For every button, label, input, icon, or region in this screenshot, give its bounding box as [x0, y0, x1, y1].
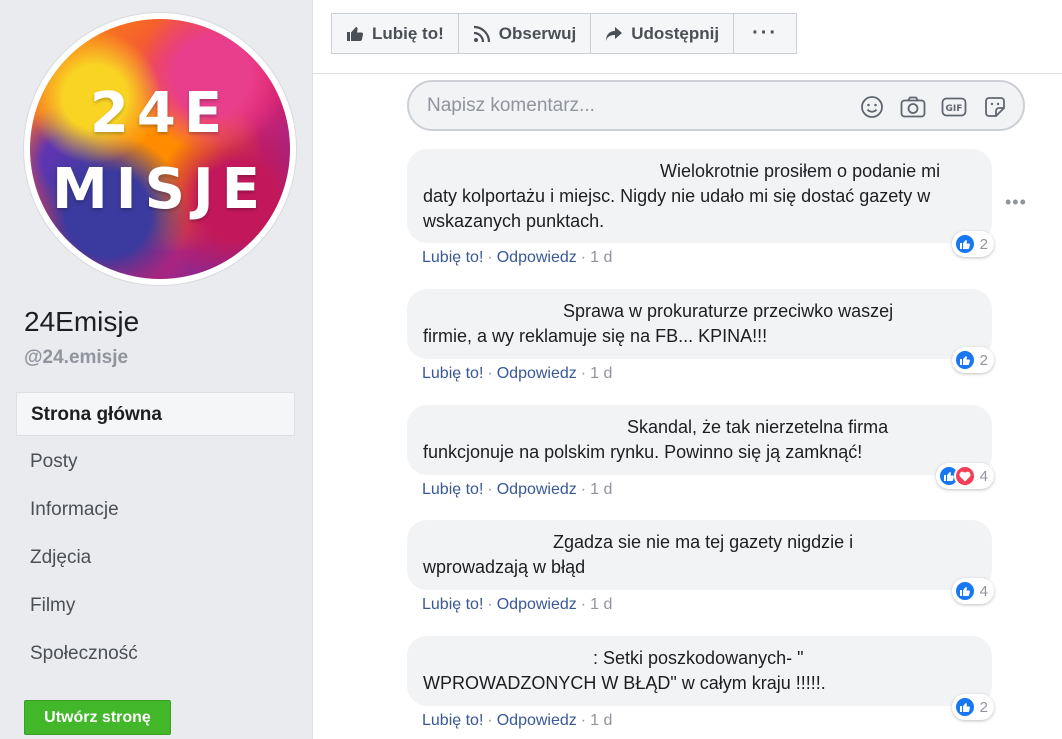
share-button[interactable]: Udostępnij	[590, 13, 735, 54]
comment-actions: Lubię to! · Odpowiedz · 1 d	[422, 365, 613, 382]
comment-text: funkcjonuje na polskim rynku. Powinno si…	[423, 442, 863, 462]
comment-actions: Lubię to! · Odpowiedz · 1 d	[422, 249, 613, 266]
comment-bubble: Skandal, że tak nierzetelna firma funkcj…	[407, 405, 994, 489]
comment-item: Zgadza sie nie ma tej gazety nigdzie i w…	[407, 520, 994, 614]
rss-icon	[473, 25, 490, 42]
comment-bubble: Sprawa w prokuraturze przeciwko waszej f…	[407, 289, 994, 373]
share-label: Udostępnij	[631, 23, 720, 43]
like-reaction-icon	[953, 233, 976, 255]
comment-like-link[interactable]: Lubię to!	[422, 249, 483, 266]
avatar-logo: 24E MISJE	[30, 19, 290, 279]
comment-bubble: Zgadza sie nie ma tej gazety nigdzie i w…	[407, 520, 994, 604]
comment-bubble: : Setki poszkodowanych- " WPROWADZONYCH …	[407, 636, 994, 720]
comment-text-line1: Zgadza sie nie ma tej gazety nigdzie i	[553, 532, 854, 552]
comment-reply-link[interactable]: Odpowiedz	[497, 365, 577, 382]
comment-timestamp[interactable]: 1 d	[590, 712, 612, 729]
comment-like-link[interactable]: Lubię to!	[422, 712, 483, 729]
comment-text: wprowadzają w błąd	[423, 557, 586, 577]
comment-timestamp[interactable]: 1 d	[590, 481, 612, 498]
page-avatar[interactable]: 24E MISJE	[24, 13, 296, 285]
reaction-count: 4	[979, 467, 988, 485]
comment-reply-link[interactable]: Odpowiedz	[497, 481, 577, 498]
page-sidebar: 24E MISJE 24Emisje @24.emisje Strona głó…	[0, 0, 312, 739]
reaction-count: 2	[979, 698, 988, 716]
more-options-button[interactable]: ···	[733, 13, 798, 54]
nav-item-posts[interactable]: Posty	[16, 440, 295, 488]
avatar-logo-line1: 24E	[89, 81, 231, 146]
create-page-button[interactable]: Utwórz stronę	[24, 700, 171, 735]
comment-options-icon[interactable]: •••	[1005, 192, 1027, 213]
follow-button[interactable]: Obserwuj	[457, 13, 592, 54]
main-content: Lubię to! Obserwuj Udostępnij ··· GIF	[312, 0, 1062, 739]
reaction-count: 4	[979, 582, 988, 600]
comment-text: daty kolportażu i miejsc. Nigdy nie udał…	[423, 186, 931, 231]
reaction-summary[interactable]: 2	[951, 347, 994, 373]
comment-like-link[interactable]: Lubię to!	[422, 481, 483, 498]
thumbs-up-icon	[347, 27, 364, 41]
page-nav: Strona główna Posty Informacje Zdjęcia F…	[16, 392, 295, 680]
comment-item: Wielokrotnie prosiłem o podanie mi daty …	[407, 149, 994, 267]
page-title[interactable]: 24Emisje	[24, 306, 139, 338]
comment-timestamp[interactable]: 1 d	[590, 249, 612, 266]
comment-composer: GIF	[407, 80, 1025, 131]
comment-actions: Lubię to! · Odpowiedz · 1 d	[422, 481, 613, 498]
share-arrow-icon	[606, 26, 623, 41]
comment-reply-link[interactable]: Odpowiedz	[497, 712, 577, 729]
sticker-icon[interactable]	[981, 94, 1009, 120]
like-page-label: Lubię to!	[372, 23, 444, 43]
page-action-bar: Lubię to! Obserwuj Udostępnij ···	[313, 0, 1062, 74]
comment-input[interactable]	[427, 93, 827, 119]
comment-reply-link[interactable]: Odpowiedz	[497, 596, 577, 613]
reaction-summary[interactable]: 4	[951, 578, 994, 604]
nav-item-about[interactable]: Informacje	[16, 488, 295, 536]
comment-timestamp[interactable]: 1 d	[590, 365, 612, 382]
comment-bubble: Wielokrotnie prosiłem o podanie mi daty …	[407, 149, 994, 257]
nav-item-photos[interactable]: Zdjęcia	[16, 536, 295, 584]
page-handle[interactable]: @24.emisje	[24, 347, 128, 369]
comment-item: : Setki poszkodowanych- " WPROWADZONYCH …	[407, 636, 994, 730]
comment-text: firmie, a wy reklamuje się na FB... KPIN…	[423, 326, 768, 346]
comment-reply-link[interactable]: Odpowiedz	[497, 249, 577, 266]
avatar-logo-line2: MISJE	[52, 157, 268, 222]
reaction-summary[interactable]: 2	[951, 231, 994, 257]
comment-text-line1: Wielokrotnie prosiłem o podanie mi	[660, 161, 941, 181]
emoji-icon[interactable]	[858, 94, 886, 120]
like-reaction-icon	[953, 696, 976, 718]
nav-item-home[interactable]: Strona główna	[16, 392, 295, 436]
like-reaction-icon	[953, 580, 976, 602]
comment-item: Skandal, że tak nierzetelna firma funkcj…	[407, 405, 994, 499]
comment-timestamp[interactable]: 1 d	[590, 596, 612, 613]
comment-like-link[interactable]: Lubię to!	[422, 596, 483, 613]
like-reaction-icon	[953, 349, 976, 371]
heart-reaction-icon	[953, 465, 976, 487]
comment-text-line1: Skandal, że tak nierzetelna firma	[627, 417, 889, 437]
reaction-count: 2	[979, 351, 988, 369]
nav-item-community[interactable]: Społeczność	[16, 632, 295, 680]
camera-icon[interactable]	[899, 94, 927, 120]
comment-text-line1: Sprawa w prokuraturze przeciwko waszej	[563, 301, 894, 321]
gif-icon[interactable]: GIF	[940, 94, 968, 120]
comment-text: WPROWADZONYCH W BŁĄD" w całym kraju !!!!…	[423, 673, 826, 693]
reaction-summary[interactable]: 4	[935, 463, 994, 489]
reaction-count: 2	[979, 235, 988, 253]
comment-actions: Lubię to! · Odpowiedz · 1 d	[422, 712, 613, 729]
follow-label: Obserwuj	[498, 23, 577, 43]
svg-text:GIF: GIF	[946, 104, 963, 114]
comment-item: Sprawa w prokuraturze przeciwko waszej f…	[407, 289, 994, 383]
comment-like-link[interactable]: Lubię to!	[422, 365, 483, 382]
comment-actions: Lubię to! · Odpowiedz · 1 d	[422, 596, 613, 613]
like-page-button[interactable]: Lubię to!	[331, 13, 459, 54]
nav-item-videos[interactable]: Filmy	[16, 584, 295, 632]
reaction-summary[interactable]: 2	[951, 694, 994, 720]
comment-text-line1: : Setki poszkodowanych- "	[593, 648, 804, 668]
